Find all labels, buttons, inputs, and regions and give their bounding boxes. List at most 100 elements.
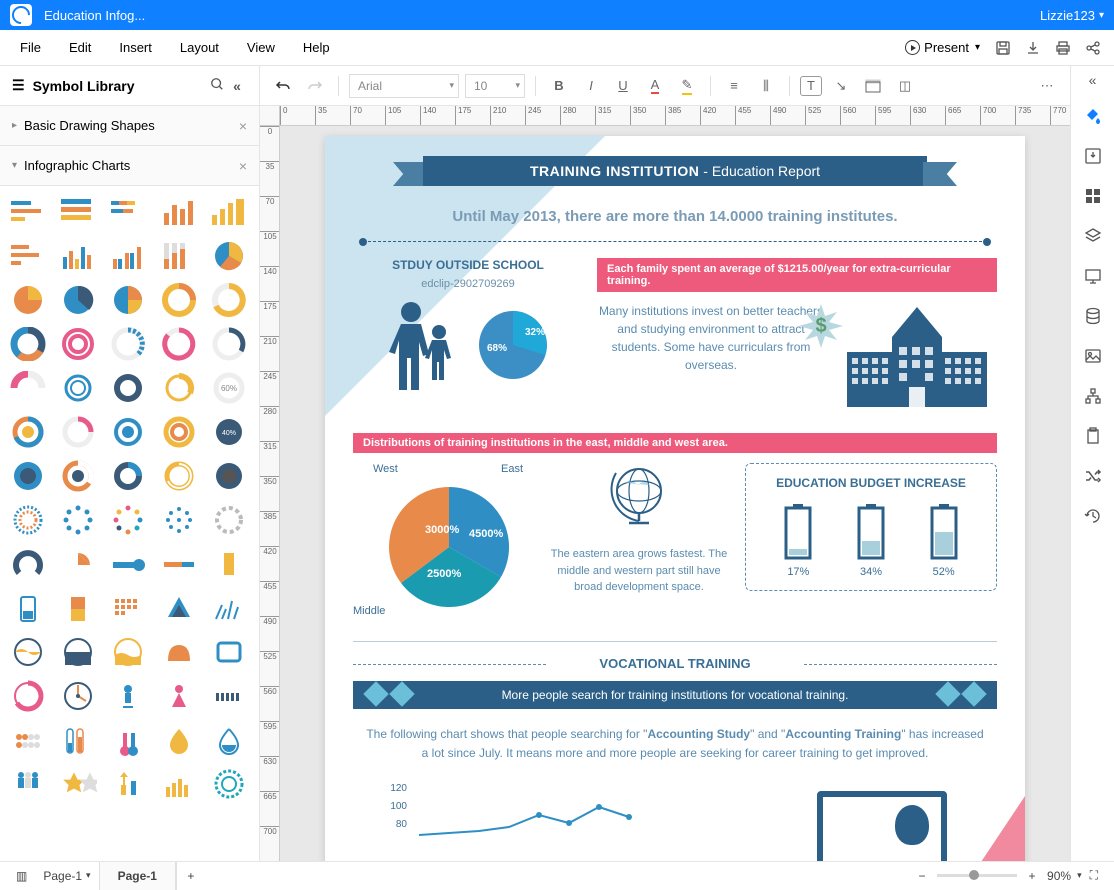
presentation-panel-icon[interactable]: [1077, 260, 1109, 292]
shape-thumb[interactable]: [106, 192, 150, 232]
zoom-value[interactable]: 90%: [1047, 869, 1071, 883]
collapse-panel-icon[interactable]: «: [227, 78, 247, 94]
close-category-icon[interactable]: ×: [239, 158, 247, 174]
shape-thumb[interactable]: [6, 588, 50, 628]
present-button[interactable]: Present ▾: [897, 40, 988, 55]
line-chart-preview[interactable]: 120 100 80: [353, 783, 997, 853]
shape-thumb[interactable]: [56, 588, 100, 628]
shape-thumb[interactable]: [106, 236, 150, 276]
align-v-icon[interactable]: ⫼: [753, 73, 779, 99]
user-menu[interactable]: Lizzie123: [1040, 8, 1104, 23]
fit-screen-icon[interactable]: ⛶: [1082, 862, 1106, 890]
shape-thumb[interactable]: [207, 544, 251, 584]
shape-thumb[interactable]: [207, 324, 251, 364]
shape-thumb[interactable]: [6, 236, 50, 276]
page-dropdown[interactable]: Page-1 ▾: [35, 862, 98, 890]
shape-thumb[interactable]: [157, 236, 201, 276]
shape-thumb[interactable]: [106, 500, 150, 540]
shape-thumb[interactable]: [56, 412, 100, 452]
shape-thumb[interactable]: [106, 676, 150, 716]
shape-thumb[interactable]: [6, 192, 50, 232]
menu-file[interactable]: File: [6, 30, 55, 66]
page-tab[interactable]: Page-1: [100, 862, 176, 890]
highlight-bar[interactable]: Each family spent an average of $1215.00…: [597, 258, 997, 292]
shape-thumb[interactable]: [6, 764, 50, 804]
shape-thumb[interactable]: [207, 236, 251, 276]
more-icon[interactable]: ⋯: [1034, 73, 1060, 99]
export-panel-icon[interactable]: [1077, 140, 1109, 172]
shape-thumb[interactable]: [56, 236, 100, 276]
history-icon[interactable]: [1077, 500, 1109, 532]
grid-panel-icon[interactable]: [1077, 180, 1109, 212]
add-page-icon[interactable]: +: [177, 869, 205, 883]
page-canvas[interactable]: TRAINING INSTITUTION - Education Report …: [325, 136, 1025, 861]
save-icon[interactable]: [992, 37, 1014, 59]
search-icon[interactable]: [207, 77, 227, 94]
shape-thumb[interactable]: [157, 500, 201, 540]
shape-thumb[interactable]: [157, 544, 201, 584]
image-panel-icon[interactable]: [1077, 340, 1109, 372]
shape-thumb[interactable]: [106, 324, 150, 364]
category-basic-shapes[interactable]: ▸ Basic Drawing Shapes ×: [0, 106, 259, 146]
align-h-icon[interactable]: ≡: [721, 73, 747, 99]
shape-thumb[interactable]: [106, 412, 150, 452]
shuffle-icon[interactable]: [1077, 460, 1109, 492]
shape-thumb[interactable]: [6, 324, 50, 364]
shape-thumb[interactable]: [6, 544, 50, 584]
donut-chart[interactable]: 68% 32%: [473, 305, 553, 385]
pie-chart[interactable]: West East Middle 4500% 3000% 2500%: [353, 463, 533, 623]
shape-thumb[interactable]: 60%: [207, 368, 251, 408]
collapse-right-icon[interactable]: «: [1089, 72, 1097, 88]
shape-thumb[interactable]: [157, 192, 201, 232]
institution-text[interactable]: Many institutions invest on better teach…: [597, 302, 825, 374]
shape-thumb[interactable]: [207, 192, 251, 232]
connector-icon[interactable]: ↘: [828, 73, 854, 99]
shape-thumb[interactable]: [106, 588, 150, 628]
share-icon[interactable]: [1082, 37, 1104, 59]
undo-icon[interactable]: [270, 73, 296, 99]
shape-thumb[interactable]: [56, 500, 100, 540]
shape-thumb[interactable]: [56, 192, 100, 232]
shape-thumb[interactable]: [106, 368, 150, 408]
budget-box[interactable]: EDUCATION BUDGET INCREASE 17% 34% 52%: [745, 463, 997, 591]
bold-icon[interactable]: B: [546, 73, 572, 99]
shape-thumb[interactable]: [157, 632, 201, 672]
shape-thumb[interactable]: [157, 412, 201, 452]
print-icon[interactable]: [1052, 37, 1074, 59]
shape-thumb[interactable]: [157, 280, 201, 320]
shape-thumb[interactable]: [106, 720, 150, 760]
data-panel-icon[interactable]: [1077, 300, 1109, 332]
text-tool-icon[interactable]: T: [800, 76, 822, 96]
shape-thumb[interactable]: [106, 280, 150, 320]
shape-thumb[interactable]: [157, 368, 201, 408]
study-section[interactable]: STDUY OUTSIDE SCHOOL edclip-2902709269 6…: [353, 258, 583, 417]
menu-insert[interactable]: Insert: [105, 30, 166, 66]
shape-thumb[interactable]: [207, 280, 251, 320]
shape-insert-icon[interactable]: ◫: [892, 73, 918, 99]
highlight-icon[interactable]: ✎: [674, 73, 700, 99]
shape-thumb[interactable]: [6, 720, 50, 760]
shape-thumb[interactable]: [207, 676, 251, 716]
highlight-bar[interactable]: Distributions of training institutions i…: [353, 433, 997, 453]
shape-thumb[interactable]: [157, 324, 201, 364]
subtitle-text[interactable]: Until May 2013, there are more than 14.0…: [353, 208, 997, 225]
hierarchy-icon[interactable]: [1077, 380, 1109, 412]
shape-thumb[interactable]: [56, 324, 100, 364]
shape-thumb[interactable]: [56, 720, 100, 760]
shape-thumb[interactable]: [106, 456, 150, 496]
globe-text[interactable]: The eastern area grows fastest. The midd…: [549, 546, 729, 596]
shape-thumb[interactable]: [56, 676, 100, 716]
font-size-select[interactable]: 10: [465, 74, 525, 98]
underline-icon[interactable]: U: [610, 73, 636, 99]
chevron-down-icon[interactable]: ▾: [975, 42, 980, 53]
shape-thumb[interactable]: [6, 412, 50, 452]
ruler-horizontal[interactable]: 0357010514017521024528031535038542045549…: [280, 106, 1070, 126]
container-icon[interactable]: [860, 73, 886, 99]
shape-thumb[interactable]: [56, 368, 100, 408]
clipboard-icon[interactable]: [1077, 420, 1109, 452]
font-select[interactable]: Arial: [349, 74, 459, 98]
shape-thumb[interactable]: [106, 632, 150, 672]
shape-thumb[interactable]: [56, 280, 100, 320]
category-infographic-charts[interactable]: ▾ Infographic Charts ×: [0, 146, 259, 186]
outline-toggle-icon[interactable]: ▥: [8, 862, 35, 890]
